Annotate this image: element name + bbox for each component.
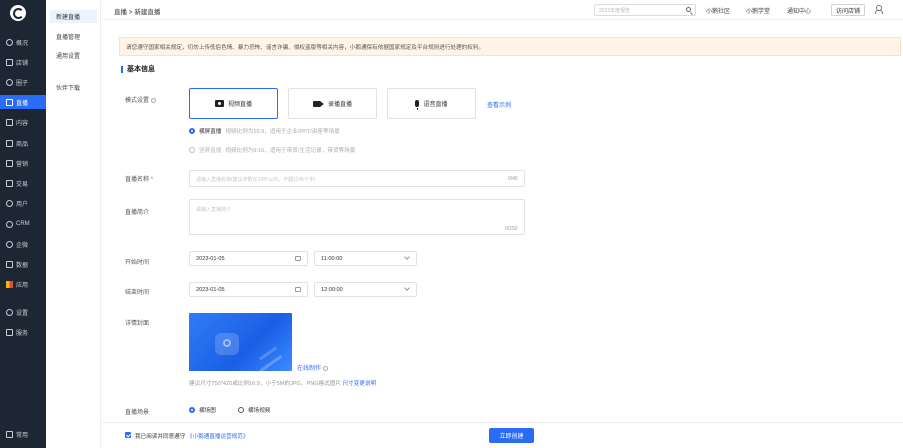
online-design-link[interactable]: 在线制作 <box>297 363 329 372</box>
sidebar-item-user[interactable]: 用户 <box>0 196 46 210</box>
sidebar-item-live[interactable]: 直播 <box>0 95 46 109</box>
required-mark: * <box>150 177 154 183</box>
sidebar-item-trade[interactable]: 交易 <box>0 176 46 190</box>
crm-icon <box>6 220 13 228</box>
calendar-icon <box>295 287 301 292</box>
sidebar-item-frequent[interactable]: 常用 <box>0 428 46 440</box>
subnav-item-new-live[interactable]: 新建直播 <box>50 10 97 23</box>
sidebar-item-content[interactable]: 内容 <box>0 115 46 129</box>
sub-sidebar: 新建直播 直播管理 通用设置 伙伴下载 <box>46 0 101 448</box>
live-name-label: 直播名称 * <box>125 177 154 183</box>
subnav-item-live-manage[interactable]: 直播管理 <box>50 30 97 43</box>
cover-play-icon <box>223 339 231 347</box>
goods-icon <box>6 139 13 147</box>
view-example-link[interactable]: 查看示例 <box>487 100 511 109</box>
grid-icon <box>6 430 13 438</box>
create-now-button[interactable]: 立即创建 <box>489 428 534 443</box>
circle-icon <box>6 78 13 86</box>
dashboard-icon <box>6 38 13 46</box>
cover-hint: 建议尺寸750*420或比例16:9，小于5M的JPG、PNG格式图片 尺寸变更… <box>189 381 377 387</box>
footer-bar: 我已阅读并同意遵守 《小鹅通直播运营规范》 立即创建 <box>101 422 903 448</box>
start-time-select[interactable]: 11:00:00 <box>314 251 417 266</box>
apps-icon <box>6 280 13 288</box>
scene-video-radio[interactable]: 横场视频 <box>238 406 270 414</box>
search-icon[interactable] <box>686 7 691 12</box>
mode-recorded-live[interactable]: 录播直播 <box>288 88 377 119</box>
chevron-down-icon <box>404 254 410 260</box>
sidebar-item-overview[interactable]: 概况 <box>0 35 46 49</box>
radio-unselected-icon <box>238 407 244 413</box>
live-intro-counter: 0/250 <box>505 226 518 232</box>
user-icon <box>6 199 13 207</box>
wecom-icon <box>6 240 13 248</box>
data-icon <box>6 260 13 268</box>
sidebar-item-wecom[interactable]: 企微 <box>0 237 46 251</box>
radio-unselected-icon <box>189 147 195 153</box>
live-name-input[interactable]: 请输入直播名称(建议字数在14字以内，不超过45个字) <box>189 170 525 187</box>
radio-selected-icon <box>189 407 195 413</box>
link-notifications[interactable]: 通知中心 <box>787 6 811 15</box>
calendar-icon <box>295 256 301 261</box>
agreement-text: 我已阅读并同意遵守 《小鹅通直播运营规范》 <box>135 434 249 440</box>
scene-label: 直播场景 <box>125 410 150 416</box>
agreement-link[interactable]: 《小鹅通直播运营规范》 <box>187 434 249 440</box>
breadcrumb: 直播 > 新建直播 <box>114 9 161 16</box>
sidebar-item-service[interactable]: 服务 <box>0 325 46 339</box>
chevron-down-icon <box>404 285 410 291</box>
link-academy[interactable]: 小鹅学堂 <box>746 6 770 15</box>
orientation-portrait-radio[interactable]: 竖屏直播 视频比例为9:16，适用于带货/生活记录，带货等场景 <box>189 146 355 154</box>
end-time-select[interactable]: 12:00:00 <box>314 282 417 297</box>
cover-label: 详情封面 <box>125 321 150 327</box>
compliance-notice: 请您遵守国家相关规定，切勿上传低俗色情、暴力恐怖、谣言诈骗、侵权盗版等相关内容，… <box>119 37 901 56</box>
content-icon <box>6 118 13 126</box>
help-icon[interactable] <box>151 97 157 103</box>
sidebar-item-settings[interactable]: 设置 <box>0 305 46 319</box>
visit-store-button[interactable]: 访问店铺 <box>831 4 866 16</box>
mode-label: 模式设置 <box>125 95 157 104</box>
app-logo-icon[interactable] <box>10 5 26 21</box>
end-time-label: 结束时间 <box>125 290 150 296</box>
subnav-item-partner-download[interactable]: 伙伴下载 <box>50 81 97 94</box>
store-icon <box>6 58 13 66</box>
live-name-counter: 0/45 <box>508 176 518 182</box>
marketing-icon <box>6 159 13 167</box>
sidebar-item-apps[interactable]: 应用 <box>0 277 46 291</box>
live-icon <box>6 98 13 106</box>
start-time-label: 开始时间 <box>125 260 150 266</box>
main-sidebar: 概况 店铺 圈子 直播 内容 商品 营销 交易 用户 CRM 企微 数据 应用 … <box>0 0 46 448</box>
top-bar: 直播 > 新建直播 2023年度报告 小鹅社区 小鹅学堂 通知中心 访问店铺 <box>101 0 903 20</box>
sidebar-item-store[interactable]: 店铺 <box>0 55 46 69</box>
cover-image[interactable] <box>189 313 292 371</box>
camera-icon <box>214 100 224 107</box>
mode-video-live[interactable]: 视频直播 <box>189 88 278 119</box>
sidebar-item-data[interactable]: 数据 <box>0 257 46 271</box>
video-record-icon <box>312 100 324 107</box>
start-date-picker[interactable]: 2023-01-05 <box>189 251 308 266</box>
radio-selected-icon <box>189 128 195 134</box>
section-title-basic-info: 基本信息 <box>121 66 155 73</box>
help-icon[interactable] <box>323 365 329 371</box>
orientation-landscape-radio[interactable]: 横屏直播 视频比例为16:9，适用于企业/PPT/讲座等场景 <box>189 127 340 135</box>
sidebar-item-marketing[interactable]: 营销 <box>0 156 46 170</box>
subnav-item-general-settings[interactable]: 通用设置 <box>50 49 97 62</box>
cover-size-link[interactable]: 尺寸变更说明 <box>343 381 377 387</box>
sidebar-item-circle[interactable]: 圈子 <box>0 75 46 89</box>
mode-voice-live[interactable]: 语音直播 <box>387 88 476 119</box>
sidebar-item-goods[interactable]: 商品 <box>0 136 46 150</box>
settings-icon <box>6 308 13 316</box>
search-input[interactable]: 2023年度报告 <box>594 4 696 16</box>
scene-image-radio[interactable]: 横场图 <box>189 406 216 414</box>
agree-checkbox[interactable] <box>125 432 131 438</box>
live-intro-label: 直播简介 <box>125 210 150 216</box>
link-community[interactable]: 小鹅社区 <box>706 6 730 15</box>
user-avatar-icon[interactable] <box>875 5 883 14</box>
microphone-icon <box>415 100 420 110</box>
sidebar-item-crm[interactable]: CRM <box>0 217 46 231</box>
service-icon <box>6 328 13 336</box>
trade-icon <box>6 179 13 187</box>
live-intro-textarea[interactable]: 请输入直播简介 <box>189 199 525 235</box>
end-date-picker[interactable]: 2023-01-05 <box>189 282 308 297</box>
